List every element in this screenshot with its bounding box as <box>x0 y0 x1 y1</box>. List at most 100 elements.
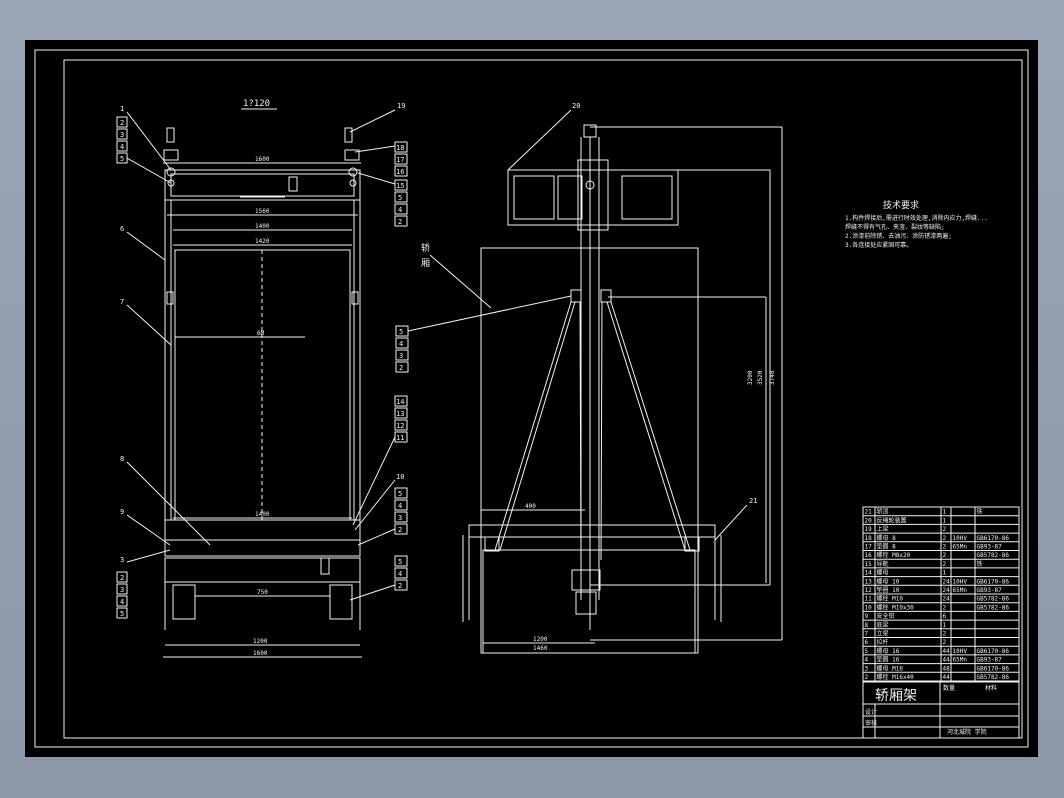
car-label-2: 厢 <box>421 258 430 269</box>
table-cell: 螺栓 M16x40 <box>877 673 915 681</box>
dim-lower: 1400 <box>255 511 270 518</box>
table-cell: 螺栓 M10 <box>877 595 904 603</box>
table-cell: 2 <box>943 552 947 559</box>
table-cell: 19 <box>865 526 873 533</box>
table-cell: 2 <box>943 604 947 611</box>
table-cell: 4 <box>865 657 869 664</box>
dim-center-c: 1460 <box>533 645 548 652</box>
technical-notes: 技术要求 1.构件焊接后,需进行时效处理,消除内应力,焊缝... 焊缝不得有气孔… <box>845 199 988 249</box>
table-cell: 螺栓 M10x30 <box>877 603 915 611</box>
school-label: 河北城院 学院 <box>947 728 987 736</box>
table-cell: GB5782-86 <box>977 596 1010 603</box>
table-cell: 10 <box>865 604 873 611</box>
table-cell: GB93-87 <box>977 544 1003 551</box>
table-cell: 24 <box>943 596 951 603</box>
svg-text:3: 3 <box>120 586 124 594</box>
tech-line-3: 2.涂漆前除锈、去油污、涂防锈漆两遍; <box>845 232 952 240</box>
table-cell: 8 <box>865 622 869 629</box>
table-cell: 上梁 <box>877 525 889 533</box>
table-cell: 44 <box>943 657 951 664</box>
table-cell: 2 <box>943 561 947 568</box>
scale-label: 1?120 <box>243 99 270 109</box>
dim-top-width: 1600 <box>255 156 270 163</box>
table-cell: 6 <box>943 613 947 620</box>
svg-text:8: 8 <box>120 455 124 463</box>
table-cell: 9 <box>865 613 869 620</box>
cad-drawing: 1?120 1600 1560 1400 1420 6M 1400 750 12… <box>34 49 1029 748</box>
table-cell: 6 <box>865 639 869 646</box>
table-cell: GB6170-86 <box>977 648 1010 655</box>
svg-text:3: 3 <box>120 556 124 564</box>
svg-text:2: 2 <box>398 526 402 534</box>
table-cell: 17 <box>865 544 873 551</box>
svg-text:3: 3 <box>120 131 124 139</box>
dim-upper-beam: 1560 <box>255 208 270 215</box>
table-cell: 11 <box>865 596 873 603</box>
table-cell: 底梁 <box>877 621 889 629</box>
table-cell: 44 <box>943 648 951 655</box>
svg-text:4: 4 <box>120 143 124 151</box>
table-cell: 1 <box>943 509 947 516</box>
checker-label: 审核 <box>865 719 877 727</box>
table-cell: GB6170-86 <box>977 535 1010 542</box>
tech-line-1: 1.构件焊接后,需进行时效处理,消除内应力,焊缝... <box>845 214 988 222</box>
parts-table: 轿厢架 设计 审核 河北城院 学院 材料 数量 21 轿顶 1 铁20 反绳轮装置 119… <box>862 506 1020 739</box>
svg-text:6: 6 <box>120 225 124 233</box>
svg-text:7: 7 <box>120 298 124 306</box>
dim-inner1: 1400 <box>255 223 270 230</box>
svg-text:5: 5 <box>120 610 124 618</box>
table-cell: 反绳轮装置 <box>877 516 907 524</box>
material-label: 材料 <box>985 684 997 692</box>
table-cell: 15 <box>865 561 873 568</box>
table-cell: 螺母 16 <box>877 647 900 655</box>
table-cell: 10HV <box>953 648 968 655</box>
dim-base2: 1200 <box>253 638 268 645</box>
svg-text:4: 4 <box>399 340 403 348</box>
table-cell: 12 <box>865 587 873 594</box>
dim-base3: 1600 <box>253 650 268 657</box>
table-cell: 螺母 <box>877 569 889 577</box>
side-elevation: 3200 3520 3740 400 1200 1460 轿 厢 20 5 4 … <box>395 102 783 654</box>
table-cell: 3 <box>865 665 869 672</box>
svg-text:13: 13 <box>396 410 404 418</box>
dim-center-b: 1200 <box>533 636 548 643</box>
svg-text:12: 12 <box>396 422 404 430</box>
dim-side-a: 3200 <box>747 370 754 385</box>
table-cell: 螺母 8 <box>877 534 897 542</box>
cad-viewport[interactable]: 1?120 1600 1560 1400 1420 6M 1400 750 12… <box>25 40 1038 757</box>
table-cell: 20 <box>865 517 873 524</box>
table-cell: 13 <box>865 578 873 585</box>
svg-text:1: 1 <box>120 105 124 113</box>
table-cell: 铁 <box>977 508 983 516</box>
svg-text:17: 17 <box>396 156 404 164</box>
right-balloons: 19 18 17 16 15 5 4 2 14 13 12 11 10 5 4 … <box>349 102 408 601</box>
table-cell: 5 <box>865 648 869 655</box>
svg-text:5: 5 <box>399 328 403 336</box>
table-cell: GB93-87 <box>977 587 1003 594</box>
tech-heading: 技术要求 <box>883 199 919 211</box>
table-cell: 铁 <box>977 560 983 568</box>
table-cell: 1 <box>943 517 947 524</box>
svg-text:2: 2 <box>399 364 403 372</box>
svg-text:14: 14 <box>396 398 404 406</box>
svg-text:4: 4 <box>398 570 402 578</box>
svg-text:2: 2 <box>120 119 124 127</box>
table-cell: GB6170-86 <box>977 578 1010 585</box>
svg-text:5: 5 <box>398 558 402 566</box>
svg-text:3: 3 <box>399 352 403 360</box>
table-cell: 垫圈 16 <box>877 656 900 664</box>
table-cell: 44 <box>943 674 951 681</box>
svg-text:18: 18 <box>396 144 404 152</box>
car-label: 轿 <box>421 242 430 254</box>
table-cell: 10HV <box>953 535 968 542</box>
svg-text:5: 5 <box>398 194 402 202</box>
svg-text:4: 4 <box>398 502 402 510</box>
table-cell: 2 <box>943 526 947 533</box>
table-cell: GB93-87 <box>977 657 1003 664</box>
table-cell: 7 <box>865 631 869 638</box>
svg-text:4: 4 <box>398 206 402 214</box>
table-cell: 65Mn <box>953 544 968 551</box>
svg-text:9: 9 <box>120 508 124 516</box>
svg-text:11: 11 <box>396 434 404 442</box>
table-cell: 48 <box>943 665 951 672</box>
